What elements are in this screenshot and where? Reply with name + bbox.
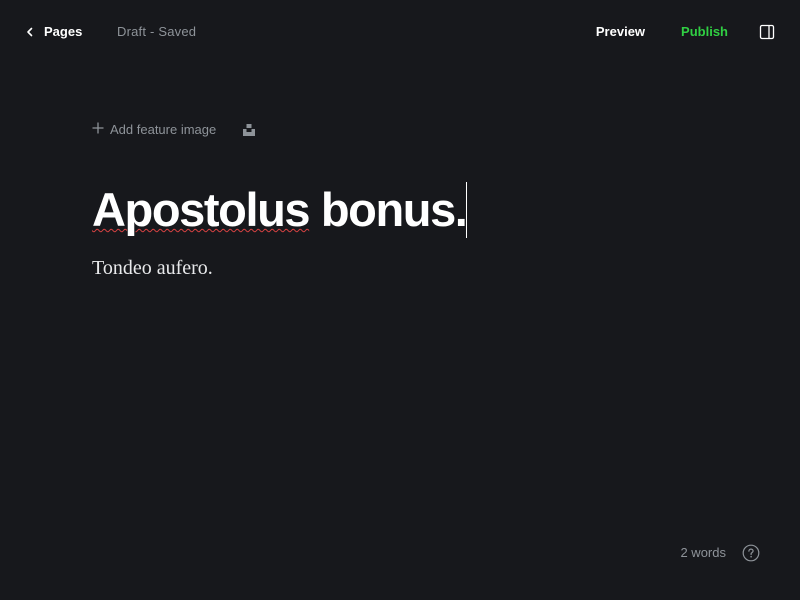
add-feature-image-button[interactable]: Add feature image bbox=[92, 120, 216, 140]
chevron-left-icon bbox=[24, 26, 36, 38]
post-body[interactable]: Tondeo aufero. bbox=[92, 254, 732, 282]
add-feature-image-label: Add feature image bbox=[110, 122, 217, 137]
plus-icon bbox=[92, 120, 104, 140]
sidebar-toggle-icon[interactable] bbox=[758, 23, 776, 41]
help-circle-icon[interactable] bbox=[742, 544, 760, 562]
top-bar: Pages Draft - Saved Preview Publish bbox=[0, 0, 800, 64]
text-caret bbox=[466, 182, 468, 238]
editor-footer: 2 words bbox=[680, 542, 760, 564]
title-misspelled-word: Apostolus bbox=[92, 183, 311, 236]
post-title[interactable]: Apostolus bonus. bbox=[92, 182, 468, 238]
editor-app: Pages Draft - Saved Preview Publish Add … bbox=[0, 0, 800, 600]
unsplash-icon[interactable] bbox=[242, 123, 256, 137]
back-to-pages-link[interactable]: Pages bbox=[24, 20, 82, 44]
back-label: Pages bbox=[44, 24, 83, 39]
editor: Add feature image Apostolus bonus. Tonde… bbox=[92, 120, 732, 282]
feature-image-row: Add feature image bbox=[92, 120, 732, 140]
draft-status: Draft - Saved bbox=[117, 24, 197, 39]
preview-button[interactable]: Preview bbox=[596, 20, 645, 44]
top-actions: Preview Publish bbox=[596, 20, 776, 44]
word-count: 2 words bbox=[680, 545, 726, 560]
title-rest: bonus. bbox=[309, 183, 468, 236]
publish-button[interactable]: Publish bbox=[681, 20, 728, 44]
